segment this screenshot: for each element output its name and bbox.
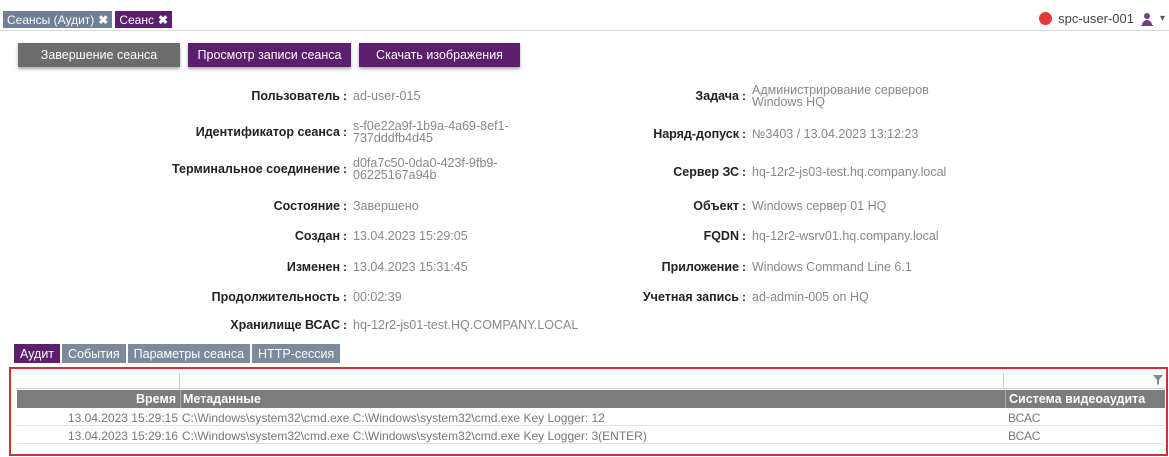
tab-http-session[interactable]: HTTP-сессия [252,344,341,363]
table-row[interactable]: 13.04.2023 15:29:15 C:\Windows\system32\… [17,409,1165,426]
field-label: Сервер ЗС [673,165,739,179]
field-value: №3403 / 13.04.2023 13:12:23 [752,127,919,141]
column-header-time[interactable]: Время [17,390,180,408]
field-task: Задача: Администрирование серверов Window… [0,83,929,109]
field-value: Windows сервер 01 HQ [752,199,887,213]
status-dot-icon [1039,12,1053,25]
cell-metadata: C:\Windows\system32\cmd.exe C:\Windows\s… [182,428,647,443]
field-label: Учетная запись [642,290,739,304]
audit-table-panel: Время Метаданные Система видеоаудита 13.… [9,367,1168,456]
user-name[interactable]: spc-user-001 [1058,11,1134,26]
field-label: Приложение [661,260,739,274]
tab-label: Сеанс [119,12,154,27]
cell-video-audit: ВСАС [1008,428,1041,443]
field-value: ad-admin-005 on HQ [752,290,869,304]
cell-video-audit: ВСАС [1008,410,1041,425]
field-value: hq-12r2-js01-test.HQ.COMPANY.LOCAL [353,318,579,332]
close-icon[interactable]: ✖ [158,13,168,27]
field-server: Сервер ЗС: hq-12r2-js03-test.hq.company.… [0,165,946,179]
close-icon[interactable]: ✖ [98,13,108,27]
tab-events[interactable]: События [62,344,126,363]
user-menu-icon[interactable] [1140,12,1154,26]
cell-metadata: C:\Windows\system32\cmd.exe C:\Windows\s… [182,410,605,425]
field-storage: Хранилище ВСАС: hq-12r2-js01-test.HQ.COM… [0,318,578,332]
tab-audit[interactable]: Аудит [14,344,61,363]
filter-row [17,373,1165,389]
chevron-down-icon[interactable]: ▾ [1160,13,1165,24]
view-recording-button[interactable]: Просмотр записи сеанса [188,43,351,67]
column-header-video-audit[interactable]: Система видеоаудита [1005,390,1165,408]
field-label: Задача [695,89,739,103]
field-label: FQDN [703,229,739,243]
tab-session[interactable]: Сеанс ✖ [115,11,173,28]
field-value: hq-12r2-wsrv01.hq.company.local [752,229,939,243]
action-toolbar: Завершение сеанса Просмотр записи сеанса… [18,43,520,67]
filter-time-input[interactable] [17,373,180,389]
field-account: Учетная запись: ad-admin-005 on HQ [0,290,869,304]
field-fqdn: FQDN: hq-12r2-wsrv01.hq.company.local [0,229,939,243]
user-area: spc-user-001 ▾ [1039,11,1165,26]
end-session-button[interactable]: Завершение сеанса [18,43,180,67]
field-label: Хранилище ВСАС [230,318,340,332]
field-permit: Наряд-допуск: №3403 / 13.04.2023 13:12:2… [0,127,918,141]
filter-metadata-input[interactable] [180,373,1004,389]
top-bar: Сеансы (Аудит) ✖ Сеанс ✖ spc-user-001 ▾ [0,0,1169,31]
table-row[interactable]: 13.04.2023 15:29:16 C:\Windows\system32\… [17,427,1165,444]
tab-label: Сеансы (Аудит) [7,12,95,27]
download-images-button[interactable]: Скачать изображения [359,43,520,67]
filter-funnel-icon[interactable] [1153,375,1163,385]
table-header: Время Метаданные Система видеоаудита [17,390,1165,408]
document-tabs: Сеансы (Аудит) ✖ Сеанс ✖ [3,11,173,28]
tab-sessions-audit[interactable]: Сеансы (Аудит) ✖ [3,11,113,28]
field-application: Приложение: Windows Command Line 6.1 [0,260,912,274]
cell-time: 13.04.2023 15:29:16 [67,428,178,443]
field-value: hq-12r2-js03-test.hq.company.local [752,165,947,179]
column-header-metadata[interactable]: Метаданные [180,390,1005,408]
cell-time: 13.04.2023 15:29:15 [67,410,178,425]
session-subtabs: Аудит События Параметры сеанса HTTP-сесс… [14,344,341,363]
field-value: Windows Command Line 6.1 [752,260,912,274]
tab-session-params[interactable]: Параметры сеанса [127,344,251,363]
field-object: Объект: Windows сервер 01 HQ [0,199,886,213]
field-label: Наряд-допуск [653,127,739,141]
field-label: Объект [693,199,739,213]
field-value: Администрирование серверов Windows HQ [752,83,929,109]
